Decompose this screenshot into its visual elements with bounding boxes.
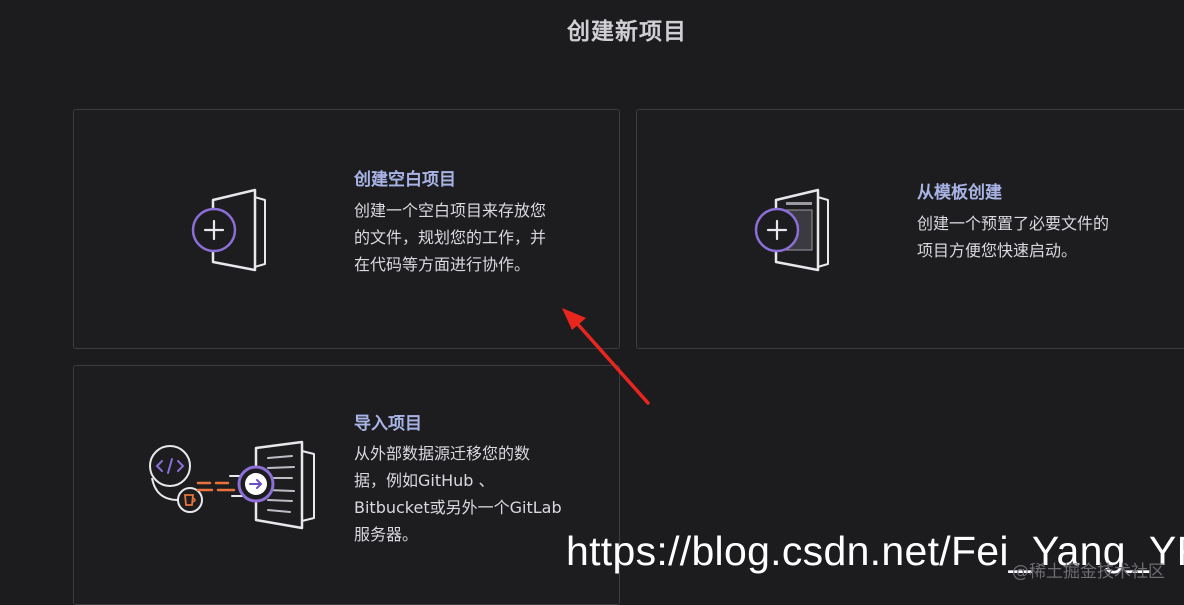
annotation-arrow (562, 308, 650, 405)
watermark-small: @稀土掘金技术社区 (1012, 562, 1165, 582)
